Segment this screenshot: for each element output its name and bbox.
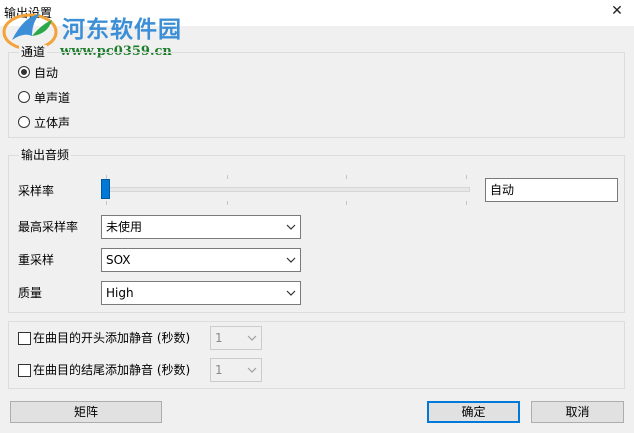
max-rate-dropdown[interactable]: 未使用 <box>101 215 301 239</box>
radio-button[interactable] <box>18 91 30 103</box>
silence-start-value: 1 <box>215 331 223 345</box>
radio-auto[interactable]: 自动 <box>18 64 58 80</box>
quality-dropdown[interactable]: High <box>101 281 301 305</box>
chevron-down-icon <box>286 257 296 263</box>
sample-rate-label: 采样率 <box>18 184 55 198</box>
radio-mono[interactable]: 单声道 <box>18 89 70 105</box>
sample-rate-field[interactable]: 自动 <box>485 178 618 202</box>
matrix-button[interactable]: 矩阵 <box>10 401 162 423</box>
resample-dropdown[interactable]: SOX <box>101 248 301 272</box>
radio-stereo-label: 立体声 <box>34 115 71 130</box>
sample-rate-slider-thumb[interactable] <box>101 179 110 199</box>
chevron-down-icon <box>286 290 296 296</box>
slider-tick <box>346 175 347 179</box>
channel-group <box>8 52 625 138</box>
slider-tick <box>466 175 467 179</box>
close-icon[interactable]: ✕ <box>608 2 626 20</box>
chevron-down-icon <box>286 224 296 230</box>
audio-output-legend: 输出音频 <box>19 148 72 162</box>
silence-start-dropdown[interactable]: 1 <box>210 326 262 350</box>
radio-button[interactable] <box>18 116 30 128</box>
slider-tick <box>106 201 107 205</box>
slider-tick <box>466 201 467 205</box>
max-rate-value: 未使用 <box>106 220 143 234</box>
chevron-down-icon <box>247 335 257 341</box>
resample-label: 重采样 <box>18 253 55 267</box>
watermark-title: 河东软件园 <box>62 16 182 43</box>
radio-stereo[interactable]: 立体声 <box>18 114 70 130</box>
slider-tick <box>346 201 347 205</box>
silence-end-dropdown[interactable]: 1 <box>210 358 262 382</box>
slider-tick <box>227 201 228 205</box>
radio-button[interactable] <box>18 66 30 78</box>
quality-label: 质量 <box>18 286 43 300</box>
ok-button[interactable]: 确定 <box>427 401 520 423</box>
max-rate-label: 最高采样率 <box>18 220 79 234</box>
cancel-button[interactable]: 取消 <box>531 401 624 423</box>
silence-end-checkbox[interactable] <box>18 364 31 377</box>
chevron-down-icon <box>247 367 257 373</box>
radio-auto-label: 自动 <box>34 65 59 80</box>
silence-start-checkbox[interactable] <box>18 332 31 345</box>
silence-start-label: 在曲目的开头添加静音 (秒数) <box>33 331 191 345</box>
quality-value: High <box>106 286 134 300</box>
slider-tick <box>227 175 228 179</box>
silence-end-label: 在曲目的结尾添加静音 (秒数) <box>33 363 191 377</box>
radio-mono-label: 单声道 <box>34 90 71 105</box>
resample-value: SOX <box>106 253 131 267</box>
sample-rate-slider[interactable] <box>104 187 470 192</box>
silence-end-value: 1 <box>215 363 223 377</box>
channel-group-legend: 通道 <box>19 45 48 59</box>
